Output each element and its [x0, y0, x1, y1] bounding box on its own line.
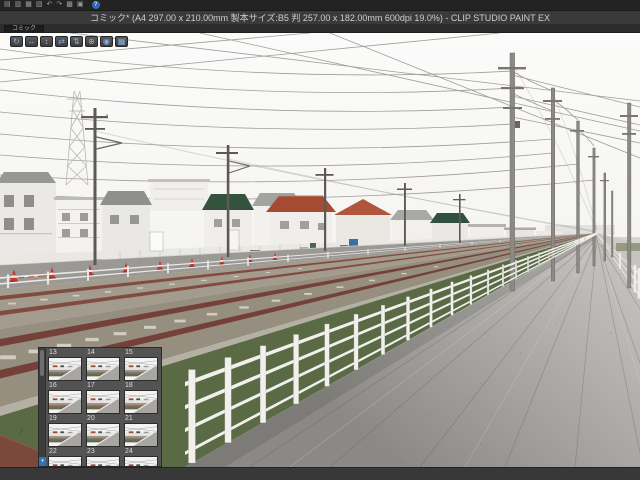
command-bar: ▤ ▥ ▦ ▧ ↶ ↷ ▩ ▣ ? [0, 0, 640, 11]
camera-dolly-icon[interactable]: ↕ [40, 36, 53, 47]
help-icon[interactable]: ? [91, 1, 100, 9]
canvas-tab[interactable]: コミック [4, 25, 45, 33]
page-number: 15 [125, 349, 133, 356]
page-cell: 14 [86, 348, 122, 381]
page-thumbnail[interactable] [86, 456, 120, 466]
page-number: 23 [87, 448, 95, 455]
panel-scroll-down-button[interactable]: ▾ [39, 457, 46, 466]
page-number: 19 [49, 415, 57, 422]
page-number: 16 [49, 382, 57, 389]
page-thumbnail-panel: ▾ 13 14 15 16 17 18 19 20 21 22 23 24 [38, 347, 162, 467]
page-number: 17 [87, 382, 95, 389]
page-cell: 16 [48, 381, 84, 414]
page-number: 14 [87, 349, 95, 356]
page-thumbnail[interactable] [124, 357, 158, 381]
status-bar [0, 467, 640, 480]
document-title: コミック* (A4 297.00 x 210.00mm 製本サイズ:B5 判 2… [90, 13, 550, 23]
page-thumbnail[interactable] [124, 390, 158, 414]
canvas-tab-strip: コミック [0, 25, 640, 33]
workspace-icon[interactable]: ▣ [77, 1, 84, 9]
page-thumbnail[interactable] [124, 423, 158, 447]
model-rotate-icon[interactable]: ⇅ [70, 36, 83, 47]
page-cell: 15 [124, 348, 160, 381]
print-icon[interactable]: ▧ [36, 1, 43, 9]
page-cell: 20 [86, 414, 122, 447]
undo-icon[interactable]: ↶ [47, 1, 53, 9]
page-thumbnail[interactable] [86, 423, 120, 447]
page-cell: 13 [48, 348, 84, 381]
page-number: 20 [87, 415, 95, 422]
page-number: 22 [49, 448, 57, 455]
page-cell: 22 [48, 447, 84, 466]
camera-pan-icon[interactable]: ↔ [25, 36, 38, 47]
page-number: 21 [125, 415, 133, 422]
page-cell: 17 [86, 381, 122, 414]
page-thumbnail-grid: 13 14 15 16 17 18 19 20 21 22 23 24 [46, 348, 161, 466]
page-cell: 23 [86, 447, 122, 466]
camera-target-icon[interactable]: ◉ [100, 36, 113, 47]
grid-icon[interactable]: ▩ [66, 1, 73, 9]
page-thumbnail[interactable] [48, 390, 82, 414]
page-thumbnail[interactable] [48, 423, 82, 447]
page-number: 18 [125, 382, 133, 389]
open-file-icon[interactable]: ▥ [15, 1, 22, 9]
app-window: ▤ ▥ ▦ ▧ ↶ ↷ ▩ ▣ ? コミック* (A4 297.00 x 210… [0, 0, 640, 480]
ground-grid-icon[interactable]: ▦ [115, 36, 128, 47]
page-number: 13 [49, 349, 57, 356]
page-cell: 21 [124, 414, 160, 447]
page-cell: 24 [124, 447, 160, 466]
model-move-icon[interactable]: ⇄ [55, 36, 68, 47]
canvas-area: ↻ ↔ ↕ ⇄ ⇅ ⊕ ◉ ▦ ▾ 13 14 15 16 17 18 19 2 [0, 33, 640, 467]
page-thumbnail[interactable] [48, 357, 82, 381]
save-icon[interactable]: ▦ [25, 1, 32, 9]
page-cell: 18 [124, 381, 160, 414]
model-snap-icon[interactable]: ⊕ [85, 36, 98, 47]
page-cell: 19 [48, 414, 84, 447]
panel-scrollbar-thumb[interactable] [40, 350, 44, 376]
page-thumbnail[interactable] [86, 357, 120, 381]
document-title-bar: コミック* (A4 297.00 x 210.00mm 製本サイズ:B5 判 2… [0, 11, 640, 25]
panel-scrollbar[interactable]: ▾ [39, 348, 46, 466]
page-thumbnail[interactable] [124, 456, 158, 466]
nav3d-toolbar: ↻ ↔ ↕ ⇄ ⇅ ⊕ ◉ ▦ [10, 36, 128, 47]
page-number: 24 [125, 448, 133, 455]
redo-icon[interactable]: ↷ [56, 1, 62, 9]
page-thumbnail[interactable] [86, 390, 120, 414]
camera-rotate-icon[interactable]: ↻ [10, 36, 23, 47]
new-canvas-icon[interactable]: ▤ [4, 1, 11, 9]
page-thumbnail[interactable] [48, 456, 82, 466]
